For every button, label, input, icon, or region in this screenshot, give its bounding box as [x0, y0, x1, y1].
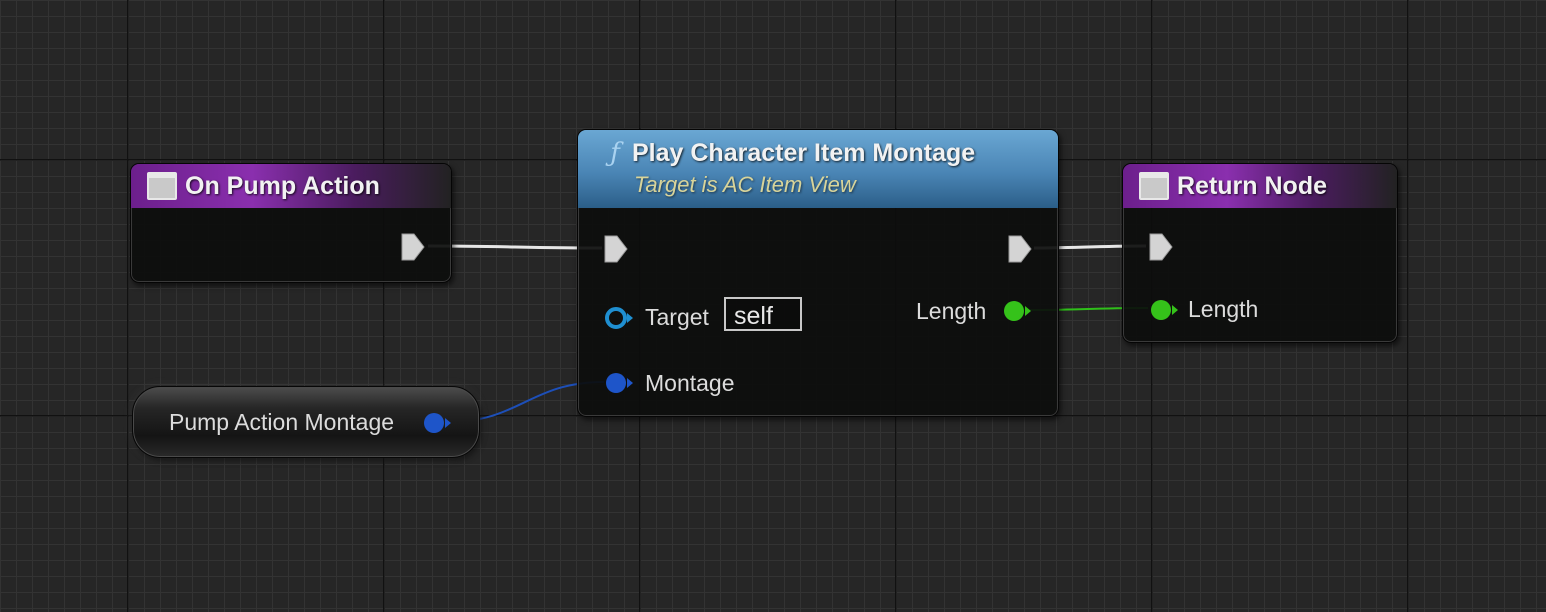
- function-icon: ƒ: [610, 138, 620, 168]
- play-montage-title: Play Character Item Montage: [632, 138, 976, 167]
- exec-wire-event-to-function[interactable]: [427, 244, 603, 250]
- on-pump-action-header[interactable]: On Pump Action: [131, 164, 451, 208]
- length-output-pin-icon[interactable]: [1001, 298, 1033, 324]
- pump-action-montage-out-pin-icon[interactable]: [421, 410, 453, 436]
- length-input-label: Length: [1188, 296, 1259, 322]
- pump-action-montage-variable-node[interactable]: Pump Action Montage: [132, 386, 480, 458]
- length-input-pin-icon[interactable]: [1148, 297, 1180, 323]
- montage-pin-label: Montage: [645, 370, 735, 396]
- on-pump-action-title: On Pump Action: [185, 171, 380, 200]
- return-node-header[interactable]: Return Node: [1123, 164, 1397, 208]
- return-node-icon: [1139, 172, 1169, 200]
- blueprint-graph-canvas[interactable]: On Pump Action ƒ Play Character Item Mon…: [0, 0, 1546, 612]
- play-montage-subtitle: Target is AC Item View: [634, 172, 856, 197]
- play-montage-header[interactable]: ƒ Play Character Item Montage Target is …: [578, 130, 1058, 208]
- play-character-item-montage-node[interactable]: ƒ Play Character Item Montage Target is …: [577, 129, 1059, 417]
- target-self-input[interactable]: self: [724, 297, 802, 331]
- on-pump-action-node[interactable]: On Pump Action: [130, 163, 452, 283]
- length-output-label: Length: [916, 298, 987, 324]
- return-node[interactable]: Return Node Length: [1122, 163, 1398, 343]
- target-pin-label: Target: [645, 304, 709, 330]
- pump-action-montage-label: Pump Action Montage: [169, 409, 395, 435]
- return-node-title: Return Node: [1177, 171, 1327, 200]
- exec-in-pin-icon[interactable]: [603, 234, 629, 264]
- exec-out-pin-icon[interactable]: [400, 232, 426, 262]
- exec-in-pin-icon[interactable]: [1148, 232, 1174, 262]
- exec-out-pin-icon[interactable]: [1007, 234, 1033, 264]
- target-pin-icon[interactable]: [603, 305, 635, 331]
- event-node-icon: [147, 172, 177, 200]
- montage-pin-icon[interactable]: [603, 370, 635, 396]
